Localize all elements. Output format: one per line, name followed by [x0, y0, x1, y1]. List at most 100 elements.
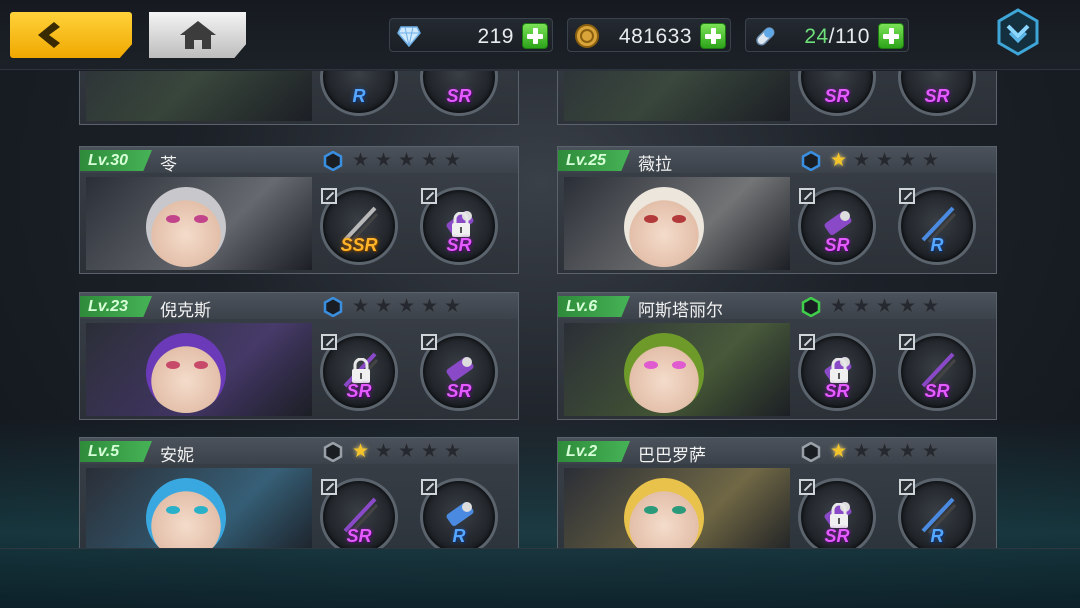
chevron-left-icon [38, 22, 60, 48]
weapon-tier: SR [446, 381, 472, 401]
weapon-tier: SR [824, 86, 850, 106]
character-card-partial[interactable]: SR SR [557, 71, 997, 125]
weapon-slot[interactable]: SR [420, 71, 498, 116]
character-portrait [564, 177, 790, 270]
weapon-tier: SR [446, 86, 472, 106]
star-rating: ★ ★ ★ ★ ★ [350, 150, 463, 171]
divider [0, 548, 1080, 549]
star-icon: ★ [397, 441, 416, 462]
star-rating: ★ ★ ★ ★ ★ [350, 296, 463, 317]
character-card[interactable]: Lv.5 安妮 ★ ★ ★ ★ ★ SR R [79, 437, 519, 548]
back-button[interactable] [10, 12, 132, 58]
add-stamina-button[interactable] [878, 23, 904, 49]
slot-corner-icon [799, 188, 815, 204]
weapon-slot[interactable]: R [320, 71, 398, 116]
star-icon: ★ [921, 150, 940, 171]
weapon-slot[interactable]: SR [898, 333, 976, 411]
weapon-slot[interactable]: R [898, 187, 976, 265]
star-icon: ★ [351, 296, 370, 317]
character-portrait [86, 468, 312, 548]
add-gold-button[interactable] [700, 23, 726, 49]
star-icon: ★ [898, 296, 917, 317]
star-icon: ★ [420, 441, 439, 462]
star-icon: ★ [921, 441, 940, 462]
hexagon-icon [801, 151, 821, 171]
star-icon: ★ [374, 296, 393, 317]
character-portrait [86, 177, 312, 270]
weapon-tier: SR [824, 526, 850, 546]
character-name: 倪克斯 [160, 301, 211, 320]
star-icon: ★ [351, 441, 370, 462]
weapon-tier: R [452, 526, 466, 546]
weapon-slot[interactable]: SR [798, 71, 876, 116]
hexagon-icon [801, 442, 821, 462]
weapon-slot[interactable]: R [420, 478, 498, 548]
character-name: 苓 [160, 155, 177, 174]
star-icon: ★ [443, 296, 462, 317]
hexagon-icon [323, 151, 343, 171]
weapon-slot[interactable]: SR [898, 71, 976, 116]
level-badge: Lv.6 [558, 296, 630, 317]
slot-corner-icon [321, 188, 337, 204]
weapon-slot[interactable]: SR [420, 187, 498, 265]
slot-corner-icon [421, 479, 437, 495]
gold-count: 481633 [618, 25, 692, 48]
level-badge: Lv.2 [558, 441, 630, 462]
weapon-slot[interactable]: SR [798, 478, 876, 548]
add-gems-button[interactable] [522, 23, 548, 49]
character-name: 薇拉 [638, 155, 672, 174]
level-badge: Lv.23 [80, 296, 152, 317]
star-rating: ★ ★ ★ ★ ★ [828, 441, 941, 462]
slot-corner-icon [321, 334, 337, 350]
level-badge: Lv.25 [558, 150, 630, 171]
star-icon: ★ [875, 296, 894, 317]
slot-corner-icon [899, 188, 915, 204]
star-icon: ★ [852, 296, 871, 317]
character-card-partial[interactable]: R SR [79, 71, 519, 125]
weapon-slot[interactable]: R [898, 478, 976, 548]
character-portrait [86, 323, 312, 416]
weapon-tier: SR [924, 381, 950, 401]
weapon-slot[interactable]: SR [320, 478, 398, 548]
star-rating: ★ ★ ★ ★ ★ [350, 441, 463, 462]
star-icon: ★ [420, 150, 439, 171]
gem-counter: 219 [389, 18, 553, 52]
weapon-slot[interactable]: SR [798, 333, 876, 411]
slot-corner-icon [799, 479, 815, 495]
star-icon: ★ [829, 441, 848, 462]
slot-corner-icon [421, 334, 437, 350]
gold-counter: 481633 [567, 18, 731, 52]
weapon-slot[interactable]: SR [420, 333, 498, 411]
slot-corner-icon [799, 334, 815, 350]
stamina-counter: 24/110 [745, 18, 909, 52]
weapon-slot[interactable]: SR [320, 333, 398, 411]
star-icon: ★ [397, 150, 416, 171]
star-icon: ★ [374, 150, 393, 171]
character-card[interactable]: Lv.25 薇拉 ★ ★ ★ ★ ★ SR R [557, 146, 997, 274]
star-icon: ★ [898, 150, 917, 171]
slot-corner-icon [899, 334, 915, 350]
hexagon-icon [323, 297, 343, 317]
star-icon: ★ [852, 441, 871, 462]
character-card[interactable]: Lv.6 阿斯塔丽尔 ★ ★ ★ ★ ★ SR SR [557, 292, 997, 420]
top-bar: 219 481633 24/110 [0, 0, 1080, 70]
weapon-tier: SR [824, 235, 850, 255]
level-badge: Lv.5 [80, 441, 152, 462]
home-icon [179, 21, 216, 49]
star-icon: ★ [875, 150, 894, 171]
gem-count: 219 [477, 25, 514, 48]
star-icon: ★ [397, 296, 416, 317]
star-icon: ★ [443, 441, 462, 462]
weapon-slot[interactable]: SSR [320, 187, 398, 265]
slot-corner-icon [321, 479, 337, 495]
weapon-slot[interactable]: SR [798, 187, 876, 265]
star-icon: ★ [420, 296, 439, 317]
weapon-tier: R [930, 526, 944, 546]
character-card[interactable]: Lv.23 倪克斯 ★ ★ ★ ★ ★ SR SR [79, 292, 519, 420]
menu-button[interactable] [996, 8, 1040, 56]
weapon-tier: SR [346, 526, 372, 546]
character-card[interactable]: Lv.30 苓 ★ ★ ★ ★ ★ SSR SR [79, 146, 519, 274]
character-card[interactable]: Lv.2 巴巴罗萨 ★ ★ ★ ★ ★ SR R [557, 437, 997, 548]
weapon-tier: SR [446, 235, 472, 255]
home-button[interactable] [149, 12, 246, 58]
